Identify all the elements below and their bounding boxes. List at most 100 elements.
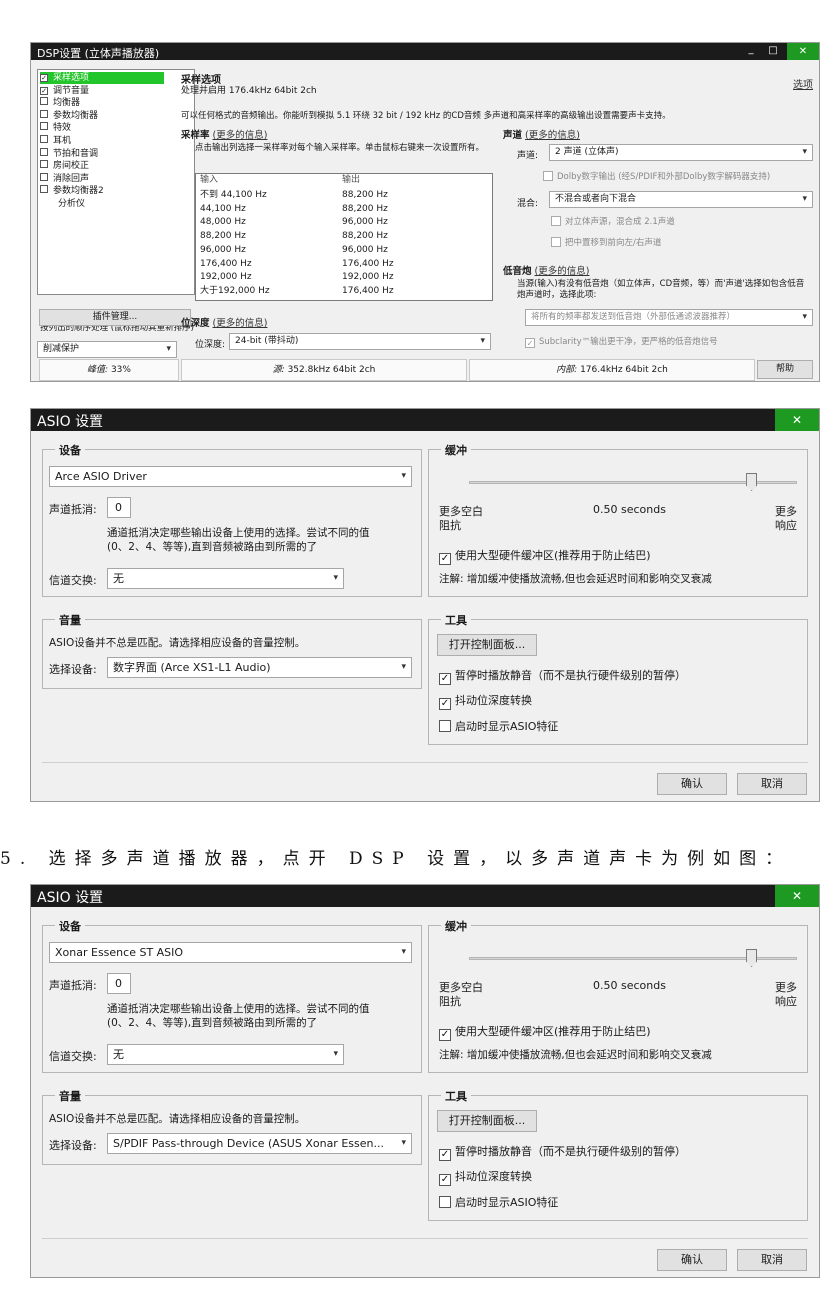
check-icon[interactable]: ✓	[40, 86, 48, 95]
bit-depth-heading: 位深度 (更多的信息)	[181, 315, 267, 329]
dsp-list-item[interactable]: 特效	[40, 122, 71, 134]
chevron-down-icon: ▾	[333, 573, 338, 583]
dsp-list-item[interactable]: 参数均衡器	[40, 109, 98, 122]
big-buffer-checkbox[interactable]: ✓ 使用大型硬件缓冲区(推荐用于防止结巴)	[439, 1023, 651, 1041]
maximize-icon[interactable]: □	[763, 43, 783, 59]
minimize-icon[interactable]: _	[741, 43, 761, 57]
subwoofer-more-info-link[interactable]: (更多的信息)	[535, 266, 590, 277]
options-link[interactable]: 选项	[793, 76, 813, 91]
rate-input: 48,000 Hz	[200, 217, 246, 228]
checkbox-box[interactable]	[40, 97, 48, 106]
checkbox-box[interactable]	[40, 185, 48, 194]
ok-button[interactable]: 确认	[657, 773, 727, 795]
checkbox-box[interactable]	[40, 135, 48, 143]
dsp-list-item[interactable]: 参数均衡器2	[40, 185, 104, 197]
show-asio-features-checkbox[interactable]: 启动时显示ASIO特征	[439, 718, 558, 734]
table-row[interactable]: 192,000 Hz 192,000 Hz	[196, 272, 492, 283]
table-row[interactable]: 不到 44,100 Hz 88,200 Hz	[196, 190, 492, 201]
dsp-module-list[interactable]: ✓ 采样选项 ✓ 调节音量 均衡器 参数均衡器 特效 耳机 节拍和音调 房间校正 消除回声 参数均衡器…	[37, 69, 195, 295]
table-row[interactable]: 48,000 Hz 96,000 Hz	[196, 217, 492, 228]
dsp-list-item[interactable]: 节拍和音调	[40, 147, 98, 160]
rate-output[interactable]: 88,200 Hz	[342, 231, 388, 242]
dsp-list-item[interactable]: 分析仪	[40, 198, 85, 210]
dither-checkbox[interactable]: ✓ 抖动位深度转换	[439, 1168, 532, 1186]
close-icon[interactable]: ✕	[775, 885, 819, 907]
bit-depth-value: 24-bit (带抖动)	[235, 336, 299, 346]
device-combo[interactable]: Xonar Essence ST ASIO ▾	[49, 942, 412, 963]
show-asio-features-checkbox[interactable]: 启动时显示ASIO特征	[439, 1194, 558, 1210]
plugin-manager-button[interactable]: 插件管理...	[39, 309, 191, 326]
dolby-checkbox[interactable]: Dolby数字输出 (经S/PDIF和外部Dolby数字解码器支持)	[543, 170, 770, 182]
checkbox-box[interactable]	[40, 172, 48, 181]
pause-silence-checkbox[interactable]: ✓ 暂停时播放静音（而不是执行硬件级别的暂停）	[439, 1143, 686, 1161]
checkbox-box[interactable]	[40, 147, 48, 156]
dsp-list-item[interactable]: 房间校正	[40, 160, 89, 172]
subclarity-checkbox[interactable]: ✓ Subclarity™输出更干净，更严格的低音炮信号	[525, 335, 718, 348]
help-button[interactable]: 帮助	[757, 360, 813, 379]
device-group-title: 设备	[55, 918, 85, 934]
check-icon: ✓	[439, 1174, 451, 1186]
volume-description: ASIO设备并不总是匹配。请选择相应设备的音量控制。	[49, 637, 306, 649]
ok-button[interactable]: 确认	[657, 1249, 727, 1271]
cancel-button[interactable]: 取消	[737, 1249, 807, 1271]
cancel-button[interactable]: 取消	[737, 773, 807, 795]
channel-swap-combo[interactable]: 无 ▾	[107, 1044, 344, 1065]
checkbox-box[interactable]	[40, 109, 48, 118]
dsp-list-item[interactable]: ✓ 采样选项	[40, 72, 164, 84]
asio-title-bar: ASIO 设置 ✕	[31, 409, 819, 431]
channel-offset-input[interactable]: 0	[107, 497, 131, 518]
chevron-down-icon: ▾	[802, 194, 807, 204]
center-mix-checkbox[interactable]: 把中置移到前向左/右声道	[551, 236, 661, 248]
subwoofer-combo[interactable]: 将所有的频率都发送到低音炮（外部低通滤波器推荐） ▾	[525, 309, 813, 326]
dither-checkbox[interactable]: ✓ 抖动位深度转换	[439, 692, 532, 710]
rate-input: 192,000 Hz	[200, 272, 252, 283]
channel-offset-input[interactable]: 0	[107, 973, 131, 994]
status-internal-label: 内部:	[556, 365, 578, 375]
rate-output[interactable]: 88,200 Hz	[342, 204, 388, 215]
dsp-list-item[interactable]: 耳机	[40, 135, 71, 147]
channel-offset-desc-1: 通道抵消决定哪些输出设备上使用的选择。尝试不同的值	[107, 1003, 370, 1015]
checkbox-box[interactable]	[40, 122, 48, 131]
sample-rate-more-info-link[interactable]: (更多的信息)	[213, 130, 268, 141]
bit-depth-combo[interactable]: 24-bit (带抖动) ▾	[229, 333, 491, 350]
stereo-mix-checkbox[interactable]: 对立体声源，混合成 2.1声道	[551, 215, 675, 227]
pause-silence-checkbox[interactable]: ✓ 暂停时播放静音（而不是执行硬件级别的暂停）	[439, 667, 686, 685]
rate-output[interactable]: 176,400 Hz	[342, 286, 394, 297]
open-control-panel-button[interactable]: 打开控制面板...	[437, 1110, 537, 1132]
table-row[interactable]: 大于192,000 Hz 176,400 Hz	[196, 286, 492, 297]
big-buffer-checkbox[interactable]: ✓ 使用大型硬件缓冲区(推荐用于防止结巴)	[439, 547, 651, 565]
dsp-list-item[interactable]: 均衡器	[40, 97, 80, 109]
mix-value: 不混合或者向下混合	[555, 194, 637, 204]
channel-more-info-link[interactable]: (更多的信息)	[525, 130, 580, 141]
clip-protection-combo[interactable]: 削减保护 ▾	[37, 341, 177, 358]
close-icon[interactable]: ✕	[787, 43, 819, 60]
channel-offset-desc-2: (0、2、4、等等),直到音频被路由到所需的了	[107, 541, 318, 553]
section-subtitle: 处理并启用 176.4kHz 64bit 2ch	[181, 86, 317, 96]
rate-output[interactable]: 96,000 Hz	[342, 245, 388, 256]
dsp-list-item-label: 消除回声	[53, 173, 90, 184]
rate-output[interactable]: 176,400 Hz	[342, 259, 394, 270]
device-combo[interactable]: Arce ASIO Driver ▾	[49, 466, 412, 487]
table-row[interactable]: 176,400 Hz 176,400 Hz	[196, 259, 492, 270]
select-device-combo[interactable]: 数字界面 (Arce XS1-L1 Audio) ▾	[107, 657, 412, 678]
dsp-list-item[interactable]: 消除回声	[40, 172, 90, 185]
channel-swap-combo[interactable]: 无 ▾	[107, 568, 344, 589]
close-icon[interactable]: ✕	[775, 409, 819, 431]
rate-output[interactable]: 96,000 Hz	[342, 217, 388, 228]
select-device-combo[interactable]: S/PDIF Pass-through Device (ASUS Xonar E…	[107, 1133, 412, 1154]
channel-combo[interactable]: 2 声道 (立体声) ▾	[549, 144, 813, 161]
open-control-panel-button[interactable]: 打开控制面板...	[437, 634, 537, 656]
table-row[interactable]: 96,000 Hz 96,000 Hz	[196, 245, 492, 256]
check-icon[interactable]: ✓	[40, 74, 48, 82]
table-row[interactable]: 88,200 Hz 88,200 Hz	[196, 231, 492, 242]
channel-value: 2 声道 (立体声)	[555, 147, 619, 157]
rate-output[interactable]: 192,000 Hz	[342, 272, 394, 283]
bit-depth-more-info-link[interactable]: (更多的信息)	[213, 318, 268, 329]
rate-output[interactable]: 88,200 Hz	[342, 190, 388, 201]
channel-field-label: 声道:	[517, 151, 539, 161]
dsp-list-item[interactable]: ✓ 调节音量	[40, 85, 89, 97]
subwoofer-value: 将所有的频率都发送到低音炮（外部低通滤波器推荐）	[531, 312, 736, 322]
checkbox-box[interactable]	[40, 160, 48, 169]
mix-combo[interactable]: 不混合或者向下混合 ▾	[549, 191, 813, 208]
table-row[interactable]: 44,100 Hz 88,200 Hz	[196, 204, 492, 215]
